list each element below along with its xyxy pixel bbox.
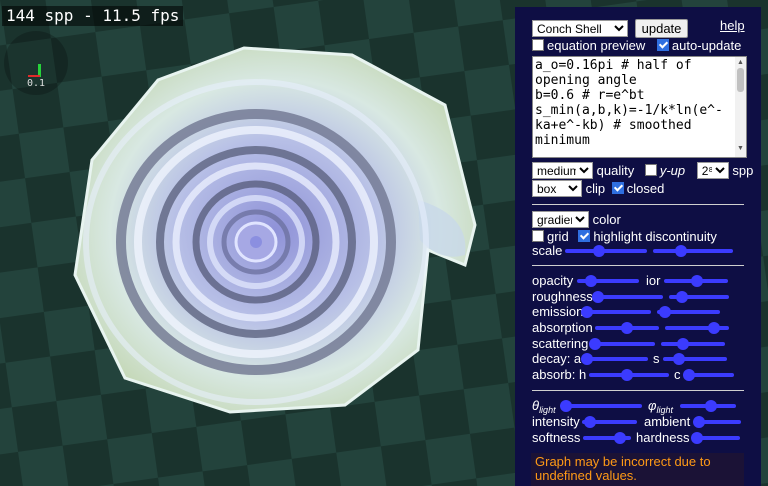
absorption-label: absorption bbox=[532, 320, 593, 335]
scroll-up-icon[interactable]: ▲ bbox=[737, 59, 744, 66]
emission-slider[interactable] bbox=[581, 304, 651, 320]
hardness-label: hardness bbox=[636, 430, 690, 445]
scale-slider[interactable] bbox=[565, 243, 647, 259]
update-button[interactable]: update bbox=[634, 19, 689, 38]
grid-checkbox[interactable] bbox=[532, 230, 544, 242]
preset-row: Conch Shell update bbox=[532, 19, 689, 38]
absorption-slider[interactable] bbox=[595, 320, 659, 336]
auto-update-label: auto-update bbox=[671, 38, 742, 53]
warning-message: Graph may be incorrect due to undefined … bbox=[531, 453, 744, 486]
y-up-checkbox[interactable] bbox=[644, 164, 657, 176]
hardness-slider[interactable] bbox=[690, 430, 740, 446]
absorb-h-slider[interactable] bbox=[589, 367, 669, 383]
emission-label: emission bbox=[532, 304, 584, 319]
opacity-label: opacity bbox=[532, 273, 574, 288]
help-link[interactable]: help bbox=[720, 18, 745, 33]
softness-label: softness bbox=[532, 430, 581, 445]
axes-gizmo: 0.1 bbox=[4, 31, 68, 95]
softness-slider[interactable] bbox=[583, 430, 631, 446]
divider bbox=[532, 390, 744, 391]
equation-preview-label: equation preview bbox=[547, 38, 646, 53]
equation-preview-checkbox[interactable] bbox=[532, 39, 544, 51]
roughness-slider[interactable] bbox=[592, 289, 663, 305]
decay-s-label: s bbox=[653, 351, 660, 366]
scroll-down-icon[interactable]: ▼ bbox=[737, 145, 744, 152]
spp-select[interactable]: 2⁸ bbox=[696, 162, 729, 179]
closed-checkbox[interactable] bbox=[611, 182, 624, 194]
decay-a-label: decay: a bbox=[532, 351, 582, 366]
scattering-label: scattering bbox=[532, 336, 589, 351]
quality-row: medium quality y-up 2⁸ spp bbox=[532, 162, 753, 180]
grid-label: grid bbox=[547, 229, 569, 244]
equation-editor[interactable]: a_o=0.16pi # half of opening angle b=0.6… bbox=[532, 56, 747, 158]
scattering-slider[interactable] bbox=[588, 336, 655, 352]
preview-row: equation preview auto-update bbox=[532, 37, 741, 55]
absorb-h-label: absorb: h bbox=[532, 367, 587, 382]
theta-light-slider[interactable] bbox=[560, 398, 642, 414]
color-row: gradient color bbox=[532, 211, 621, 229]
spp-label: spp bbox=[732, 163, 754, 178]
axes-scale-label: 0.1 bbox=[27, 78, 46, 89]
auto-update-checkbox[interactable] bbox=[656, 39, 669, 51]
preset-select[interactable]: Conch Shell bbox=[532, 20, 628, 37]
phi-light-label: φlight bbox=[648, 398, 673, 415]
scattering-slider-2[interactable] bbox=[661, 336, 725, 352]
scroll-thumb[interactable] bbox=[737, 68, 744, 92]
intensity-label: intensity bbox=[532, 414, 580, 429]
decay-s-slider[interactable] bbox=[663, 351, 727, 367]
intensity-slider[interactable] bbox=[582, 414, 637, 430]
scale-label: scale bbox=[532, 243, 563, 258]
divider bbox=[532, 204, 744, 205]
opacity-slider[interactable] bbox=[577, 273, 639, 289]
control-panel: Conch Shell update help equation preview… bbox=[515, 7, 761, 486]
roughness-slider-2[interactable] bbox=[669, 289, 729, 305]
divider bbox=[532, 265, 744, 266]
highlight-discontinuity-label: highlight discontinuity bbox=[593, 229, 717, 244]
phi-light-slider[interactable] bbox=[680, 398, 736, 414]
color-label: color bbox=[592, 212, 621, 227]
y-up-label: y-up bbox=[659, 163, 686, 178]
ambient-label: ambient bbox=[644, 414, 691, 429]
emission-slider-2[interactable] bbox=[657, 304, 720, 320]
theta-light-label: θlight bbox=[532, 398, 556, 415]
clip-row: box clip closed bbox=[532, 180, 664, 198]
clip-select[interactable]: box bbox=[532, 180, 582, 197]
ior-slider[interactable] bbox=[664, 273, 728, 289]
scale-slider-2[interactable] bbox=[653, 243, 733, 259]
ior-label: ior bbox=[646, 273, 661, 288]
decay-a-slider[interactable] bbox=[581, 351, 648, 367]
quality-label: quality bbox=[596, 163, 635, 178]
absorption-slider-2[interactable] bbox=[665, 320, 729, 336]
ambient-slider[interactable] bbox=[692, 414, 741, 430]
quality-select[interactable]: medium bbox=[532, 162, 593, 179]
highlight-discontinuity-checkbox[interactable] bbox=[578, 230, 591, 242]
roughness-label: roughness bbox=[532, 289, 593, 304]
clip-label: clip bbox=[585, 181, 606, 196]
editor-scrollbar[interactable]: ▲ ▼ bbox=[735, 57, 746, 157]
absorb-c-label: c bbox=[674, 367, 681, 382]
fps-counter: 144 spp - 11.5 fps bbox=[2, 6, 184, 26]
color-select[interactable]: gradient bbox=[532, 211, 589, 228]
closed-label: closed bbox=[626, 181, 665, 196]
absorb-c-slider[interactable] bbox=[683, 367, 734, 383]
